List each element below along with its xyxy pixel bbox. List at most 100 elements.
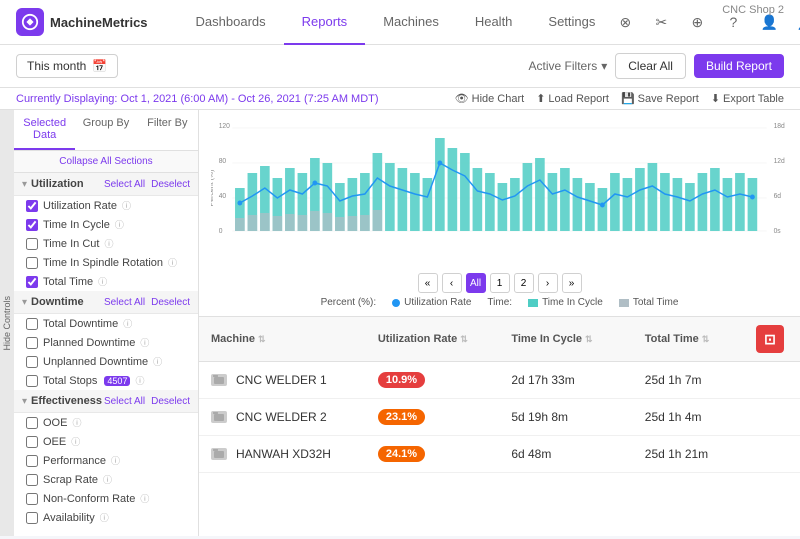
checkbox-spindle[interactable] (26, 257, 38, 269)
check-total-stops: Total Stops 4507 ⓘ (14, 371, 198, 390)
svg-text:6d: 6d (774, 193, 782, 200)
account-icon[interactable]: 👤 (793, 10, 800, 34)
checkbox-performance[interactable] (26, 455, 38, 467)
info-icon-5: ⓘ (98, 275, 107, 288)
sort-icon-machine[interactable]: ⇅ (258, 334, 266, 345)
save-report-action[interactable]: 💾 Save Report (621, 92, 699, 105)
checkbox-total-time[interactable] (26, 276, 38, 288)
save-icon: 💾 (621, 92, 635, 105)
toolbar-right: Active Filters ▾ Clear All Build Report (529, 53, 784, 79)
nav-settings[interactable]: Settings (530, 0, 613, 45)
checkbox-non-conform[interactable] (26, 493, 38, 505)
sort-icon-util[interactable]: ⇅ (460, 334, 468, 345)
checkbox-time-cut[interactable] (26, 238, 38, 250)
hide-chart-action[interactable]: 👁 Hide Chart (455, 92, 525, 105)
nav-reports[interactable]: Reports (284, 0, 366, 45)
eye-icon: 👁 (455, 92, 469, 105)
check-total-time: Total Time ⓘ (14, 272, 198, 291)
checkbox-ooe[interactable] (26, 417, 38, 429)
page-prev[interactable]: ‹ (442, 273, 462, 293)
page-all[interactable]: All (466, 273, 486, 293)
svg-text:0: 0 (219, 228, 223, 235)
left-panel: Selected Data Group By Filter By Collaps… (14, 110, 199, 536)
checkbox-planned-downtime[interactable] (26, 337, 38, 349)
checkbox-oee[interactable] (26, 436, 38, 448)
chart-container: 120 80 40 0 Percent (%) 18d 12d 6d 0s (211, 118, 788, 273)
section-utilization-actions: Select All Deselect (104, 179, 190, 190)
check-oee: OEE ⓘ (14, 432, 198, 451)
date-picker[interactable]: This month 📅 (16, 54, 118, 78)
hide-controls-label: Hide Controls (2, 292, 12, 355)
checkbox-time-cycle[interactable] (26, 219, 38, 231)
deselect-eff[interactable]: Deselect (151, 396, 190, 407)
check-unplanned-downtime: Unplanned Downtime ⓘ (14, 352, 198, 371)
section-downtime-title: Downtime (31, 296, 104, 308)
toolbar: This month 📅 Active Filters ▾ Clear All … (0, 45, 800, 88)
export-table-action[interactable]: ⬇ Export Table (711, 92, 784, 105)
section-effectiveness-title: Effectiveness (31, 395, 104, 407)
checkbox-scrap[interactable] (26, 474, 38, 486)
tools-icon[interactable]: ✂ (649, 10, 673, 34)
collapse-all[interactable]: Collapse All Sections (14, 151, 198, 173)
page-1[interactable]: 1 (490, 273, 510, 293)
machine-icon-1 (211, 374, 227, 386)
checkbox-unplanned-downtime[interactable] (26, 356, 38, 368)
util-badge-2: 23.1% (378, 409, 425, 425)
row-total-1: 25d 1h 7m (645, 373, 756, 387)
nav-machines[interactable]: Machines (365, 0, 457, 45)
legend-util-rate: Utilization Rate (392, 297, 471, 308)
checkbox-availability[interactable] (26, 512, 38, 524)
build-report-button[interactable]: Build Report (694, 54, 784, 78)
section-utilization-title: Utilization (31, 178, 104, 190)
expand-action-btn[interactable]: ⊡ (756, 325, 784, 353)
right-content: 120 80 40 0 Percent (%) 18d 12d 6d 0s (199, 110, 800, 536)
info-icon-7: ⓘ (140, 336, 149, 349)
select-all-util[interactable]: Select All (104, 179, 145, 190)
tab-selected-data[interactable]: Selected Data (14, 110, 75, 150)
checkbox-total-stops[interactable] (26, 375, 38, 387)
total-stops-badge: 4507 (104, 376, 130, 386)
legend-time-cycle: Time In Cycle (528, 297, 603, 308)
info-icon-11: ⓘ (71, 435, 80, 448)
util-badge-3: 24.1% (378, 446, 425, 462)
page-2[interactable]: 2 (514, 273, 534, 293)
load-report-action[interactable]: ⬆ Load Report (536, 92, 609, 105)
checkbox-util-rate[interactable] (26, 200, 38, 212)
table-area: Machine ⇅ Utilization Rate ⇅ Time In Cyc… (199, 317, 800, 536)
active-filters[interactable]: Active Filters ▾ (529, 59, 608, 73)
deselect-util[interactable]: Deselect (151, 179, 190, 190)
sort-icon-total[interactable]: ⇅ (702, 334, 710, 345)
table-row: CNC WELDER 1 10.9% 2d 17h 33m 25d 1h 7m (199, 362, 800, 399)
legend-rect-total (619, 299, 629, 307)
tab-group-by[interactable]: Group By (75, 110, 136, 150)
select-all-eff[interactable]: Select All (104, 396, 145, 407)
clear-all-button[interactable]: Clear All (615, 53, 686, 79)
checkbox-total-downtime[interactable] (26, 318, 38, 330)
section-utilization: ▾ Utilization Select All Deselect (14, 173, 198, 196)
nav-health[interactable]: Health (457, 0, 531, 45)
svg-text:80: 80 (219, 158, 227, 165)
legend-percent-label: Percent (%): (321, 297, 377, 308)
chevron-down-icon: ▾ (601, 59, 607, 73)
upload-icon: ⬆ (536, 92, 545, 105)
sidebar-toggle[interactable]: Hide Controls (0, 110, 14, 536)
globe-icon[interactable]: ⊕ (685, 10, 709, 34)
check-performance: Performance ⓘ (14, 451, 198, 470)
row-cycle-1: 2d 17h 33m (511, 373, 644, 387)
top-nav: MachineMetrics Dashboards Reports Machin… (0, 0, 800, 45)
page-prev-prev[interactable]: « (418, 273, 438, 293)
nav-dashboards[interactable]: Dashboards (178, 0, 284, 45)
select-all-downtime[interactable]: Select All (104, 297, 145, 308)
tab-filter-by[interactable]: Filter By (137, 110, 198, 150)
page-next-next[interactable]: » (562, 273, 582, 293)
svg-text:40: 40 (219, 193, 227, 200)
deselect-downtime[interactable]: Deselect (151, 297, 190, 308)
chart-area: 120 80 40 0 Percent (%) 18d 12d 6d 0s (199, 110, 800, 317)
sort-icon-cycle[interactable]: ⇅ (585, 334, 593, 345)
section-downtime: ▾ Downtime Select All Deselect (14, 291, 198, 314)
panel-tabs: Selected Data Group By Filter By (14, 110, 198, 151)
info-icon-12: ⓘ (111, 454, 120, 467)
alert-icon[interactable]: ⊗ (613, 10, 637, 34)
page-next[interactable]: › (538, 273, 558, 293)
chart-svg: 120 80 40 0 Percent (%) 18d 12d 6d 0s (211, 118, 788, 258)
